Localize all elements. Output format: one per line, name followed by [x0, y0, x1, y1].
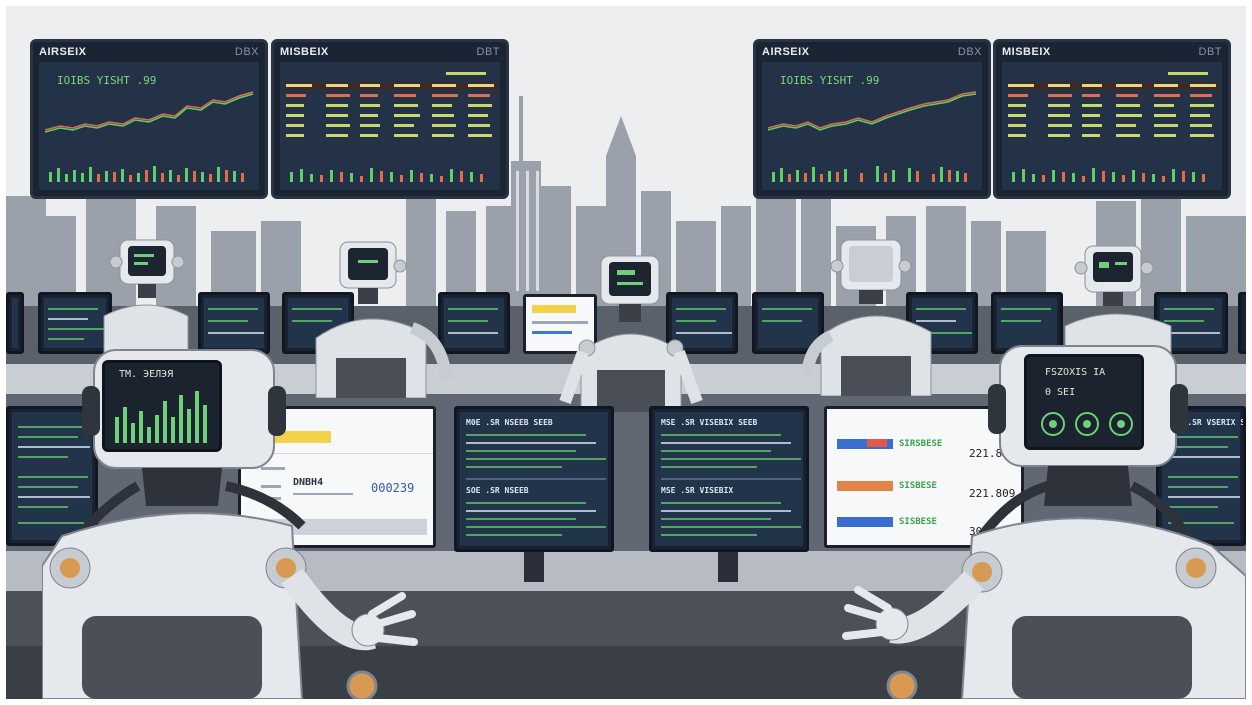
wall-table-panel-4: MISBEIX DBT: [993, 39, 1231, 199]
panel-subtitle: DBT: [476, 46, 500, 58]
panel-title: AIRSEIX: [762, 46, 810, 58]
candlestick-chart: [45, 91, 254, 133]
screen-title: MSE .SR VISEBIX SEEB: [661, 418, 758, 427]
robot-bar-chart: [115, 391, 207, 443]
wall-chart-panel-1: AIRSEIX DBX IOIBS YISHT .99: [30, 39, 268, 199]
robot-screen-text: TM. ЭЕЛЭЯ: [119, 369, 174, 380]
desk-screen-1: M0E .SR NSEEB SEEB SOE .SR NSEEB: [454, 406, 614, 552]
volume-bars: [290, 168, 483, 182]
desk-screen-2: MSE .SR VISEBIX SEEB MSE .SR VISEBIX: [649, 406, 809, 552]
panel-subtitle: DBX: [234, 46, 259, 58]
screen-subtitle: SOE .SR NSEEB: [466, 486, 529, 495]
back-robot-center: [559, 255, 703, 412]
screen-title: M0E .SR NSEEB SEEB: [466, 418, 553, 427]
price-readout: IOIBS YISHT .99: [57, 74, 157, 87]
data-table: [286, 72, 498, 137]
robot-gauge-icons: [1041, 412, 1133, 436]
wall-chart-panel-3: AIRSEIX DBX IOIBS YISHT .99: [753, 39, 991, 199]
trading-floor-scene: AIRSEIX DBX IOIBS YISHT .99 MISBEIX DBT: [6, 6, 1246, 699]
panel-subtitle: DBT: [1198, 46, 1222, 58]
panel-subtitle: DBX: [957, 46, 982, 58]
volume-bars: [49, 166, 244, 182]
monitor-stand: [524, 552, 544, 582]
back-monitor: [6, 292, 24, 354]
candlestick-chart: [768, 91, 977, 131]
left-robot-face-screen: TM. ЭЕЛЭЯ: [102, 360, 222, 452]
back-robot-left: [103, 239, 189, 356]
wall-table-panel-2: MISBEIX DBT: [271, 39, 509, 199]
back-monitor: [198, 292, 270, 354]
price-readout: IOIBS YISHT .99: [780, 74, 880, 87]
monitor-stand: [718, 552, 738, 582]
robot-screen-line1: FSZOXIS IA: [1045, 367, 1106, 378]
data-table: [1008, 72, 1220, 137]
screen-subtitle: MSE .SR VISEBIX: [661, 486, 734, 495]
front-robot-right: [842, 345, 1246, 699]
panel-title: MISBEIX: [1002, 46, 1051, 58]
panel-title: MISBEIX: [280, 46, 329, 58]
right-robot-face-screen: FSZOXIS IA 0 SEI: [1024, 354, 1144, 450]
volume-bars: [772, 166, 967, 182]
panel-title: AIRSEIX: [39, 46, 87, 58]
robot-screen-line2: 0 SEI: [1045, 387, 1076, 398]
volume-bars: [1012, 168, 1205, 182]
